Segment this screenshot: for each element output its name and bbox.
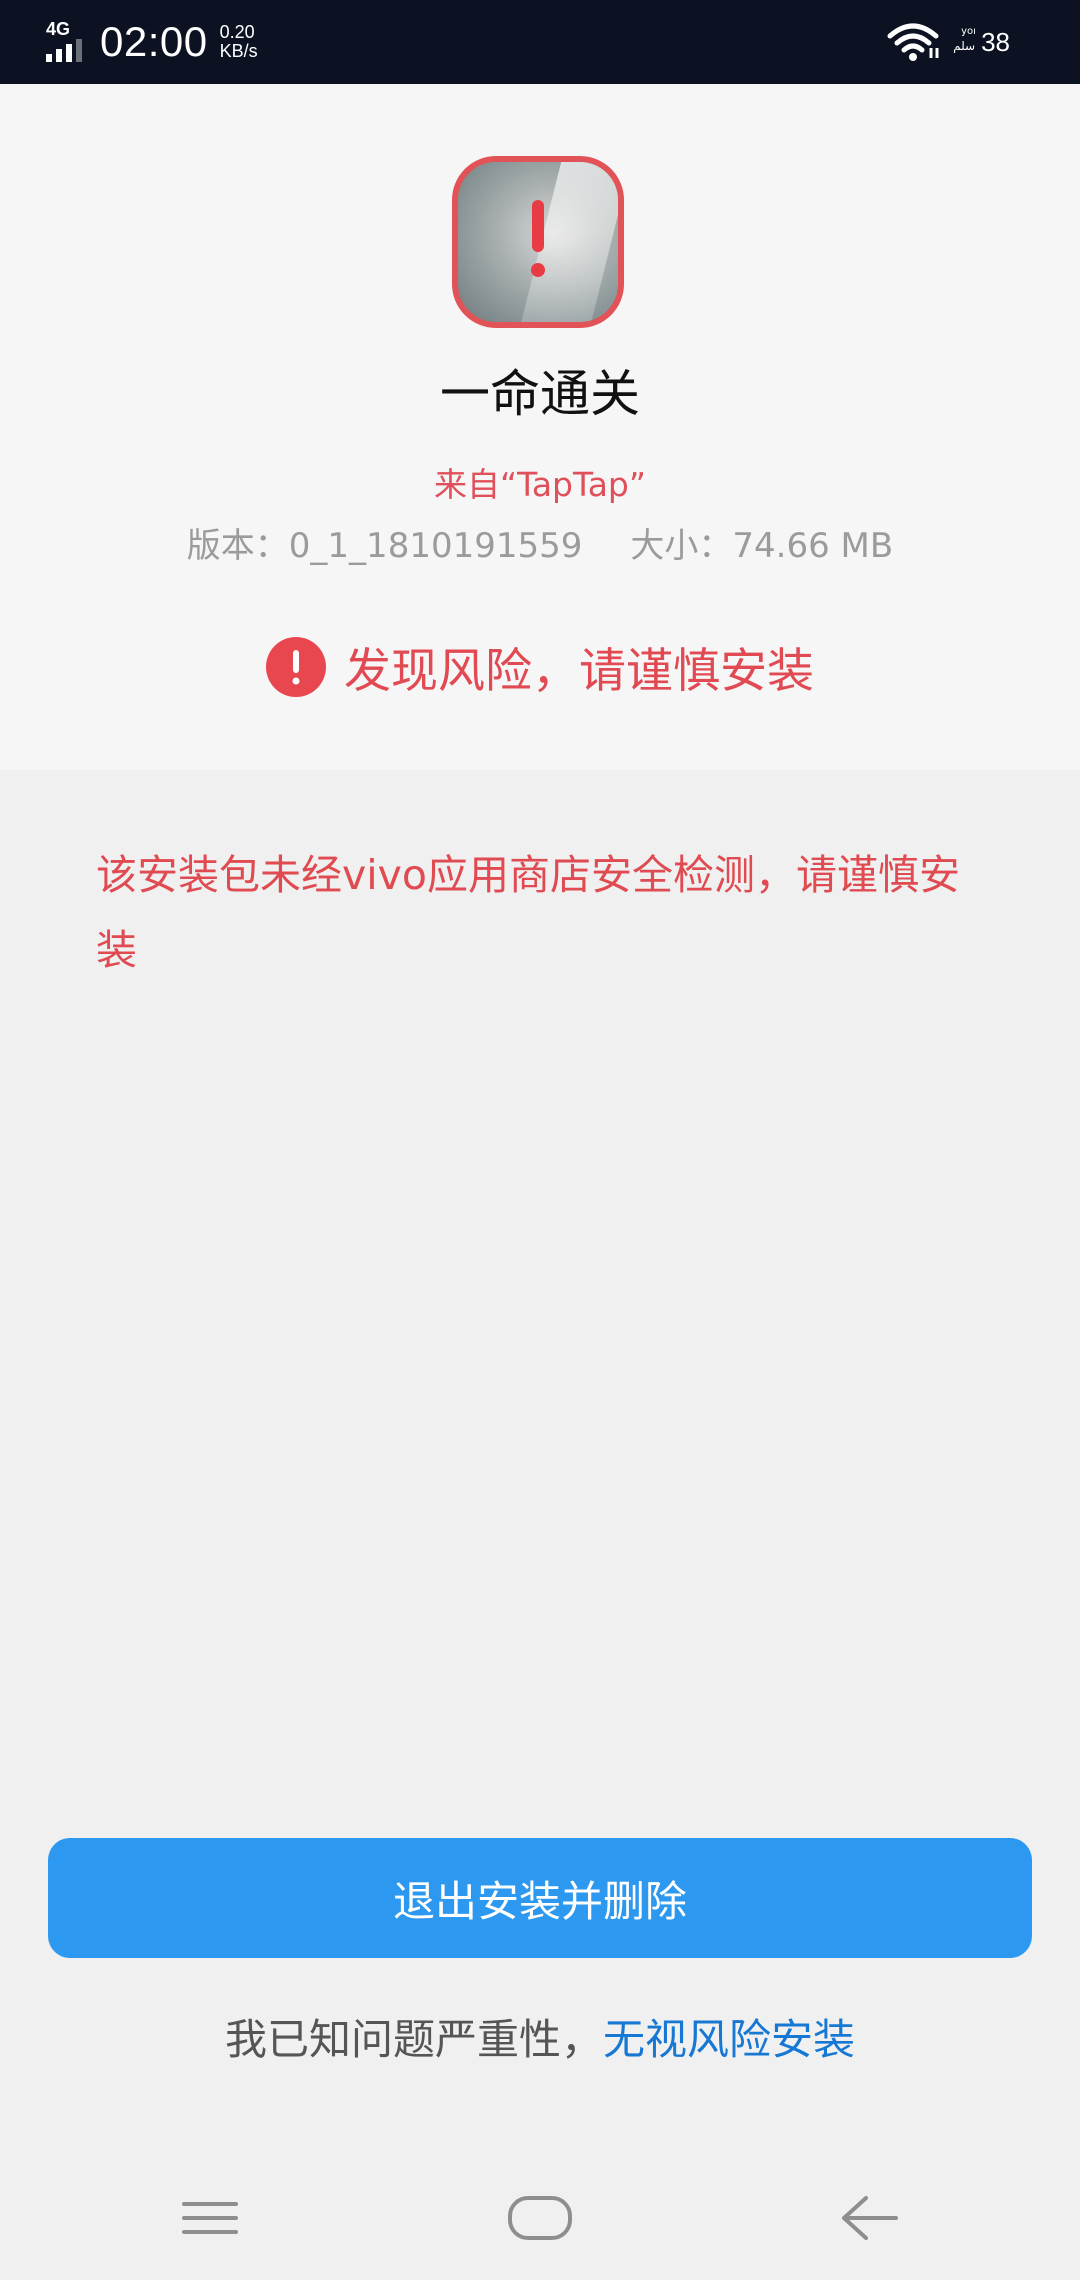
system-glyph-bottom: سلم (953, 39, 976, 53)
app-info-card: 一命通关 来自“TapTap” 版本：0_1_1810191559 大小：74.… (0, 84, 1080, 770)
status-left: 4G 02:00 0.20 KB/s (46, 0, 258, 84)
signal-bar (56, 49, 62, 62)
system-glyph-top: yoı (961, 26, 976, 37)
navigation-bar (0, 2160, 1080, 2280)
app-size: 大小：74.66 MB (630, 526, 894, 566)
status-right: yoı سلم 38 (887, 0, 1010, 84)
app-source: 来自“TapTap” (434, 465, 646, 504)
back-icon[interactable] (830, 2188, 910, 2248)
acknowledge-line: 我已知问题严重性，无视风险安装 (0, 2006, 1080, 2067)
speed-unit: KB/s (219, 41, 258, 61)
wifi-icon (887, 23, 939, 61)
app-meta: 版本：0_1_1810191559 大小：74.66 MB (0, 518, 1080, 567)
speed-value: 0.20 (219, 22, 255, 42)
signal-bar (76, 39, 82, 62)
signal-bar (66, 44, 72, 62)
app-name: 一命通关 (440, 365, 640, 423)
battery-level: 38 (981, 26, 1010, 57)
system-indicator: yoı سلم (953, 27, 981, 57)
ignore-risk-install-link[interactable]: 无视风险安装 (603, 2015, 855, 2064)
exclamation-circle-icon (266, 636, 326, 697)
network-type: 4G (46, 19, 71, 39)
signal-bars (46, 39, 86, 62)
risk-banner: 发现风险，请谨慎安装 (0, 632, 1080, 701)
signal-icon: 4G (46, 20, 90, 64)
risk-title: 发现风险，请谨慎安装 (344, 644, 814, 699)
home-icon[interactable] (500, 2188, 580, 2248)
signal-bar (46, 54, 52, 62)
acknowledge-text: 我已知问题严重性， (224, 2015, 603, 2064)
exit-and-delete-button[interactable]: 退出安装并删除 (48, 1838, 1032, 1958)
status-bar: 4G 02:00 0.20 KB/s yoı سلم 38 (0, 0, 1080, 84)
clock: 02:00 (100, 18, 208, 65)
app-icon (452, 156, 624, 328)
app-version: 版本：0_1_1810191559 (186, 526, 583, 566)
network-speed: 0.20 KB/s (220, 23, 258, 61)
exclamation-icon (531, 200, 545, 277)
menu-icon[interactable] (170, 2188, 250, 2248)
risk-message: 该安装包未经vivo应用商店安全检测，请谨慎安装 (96, 851, 961, 974)
